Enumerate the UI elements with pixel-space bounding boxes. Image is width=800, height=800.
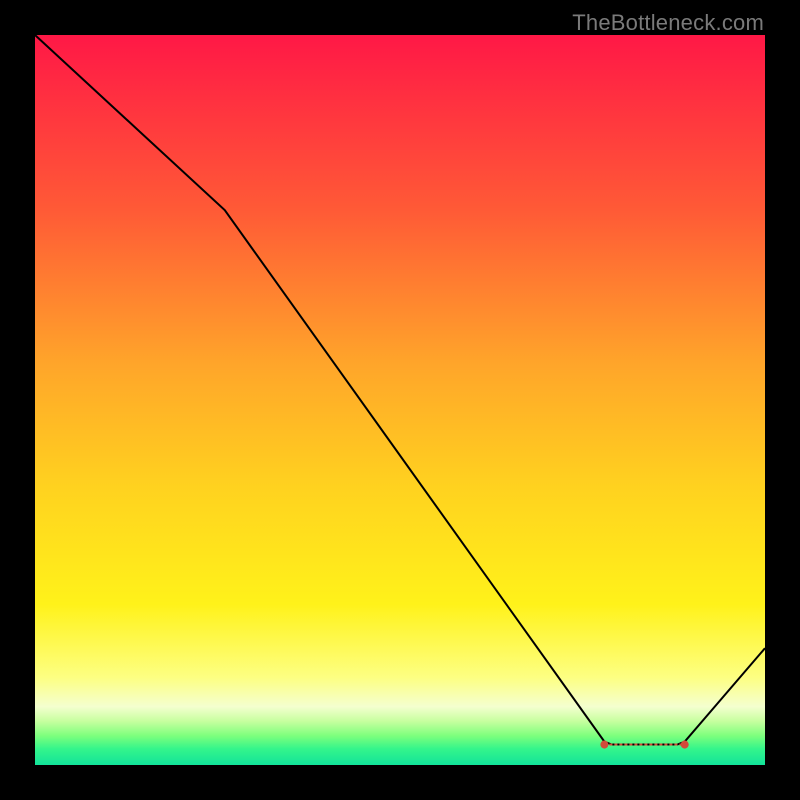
curve-line [35,35,765,745]
chart-overlay [35,35,765,765]
watermark-label: TheBottleneck.com [572,10,764,36]
plot-area [35,35,765,765]
chart-root: TheBottleneck.com [0,0,800,800]
